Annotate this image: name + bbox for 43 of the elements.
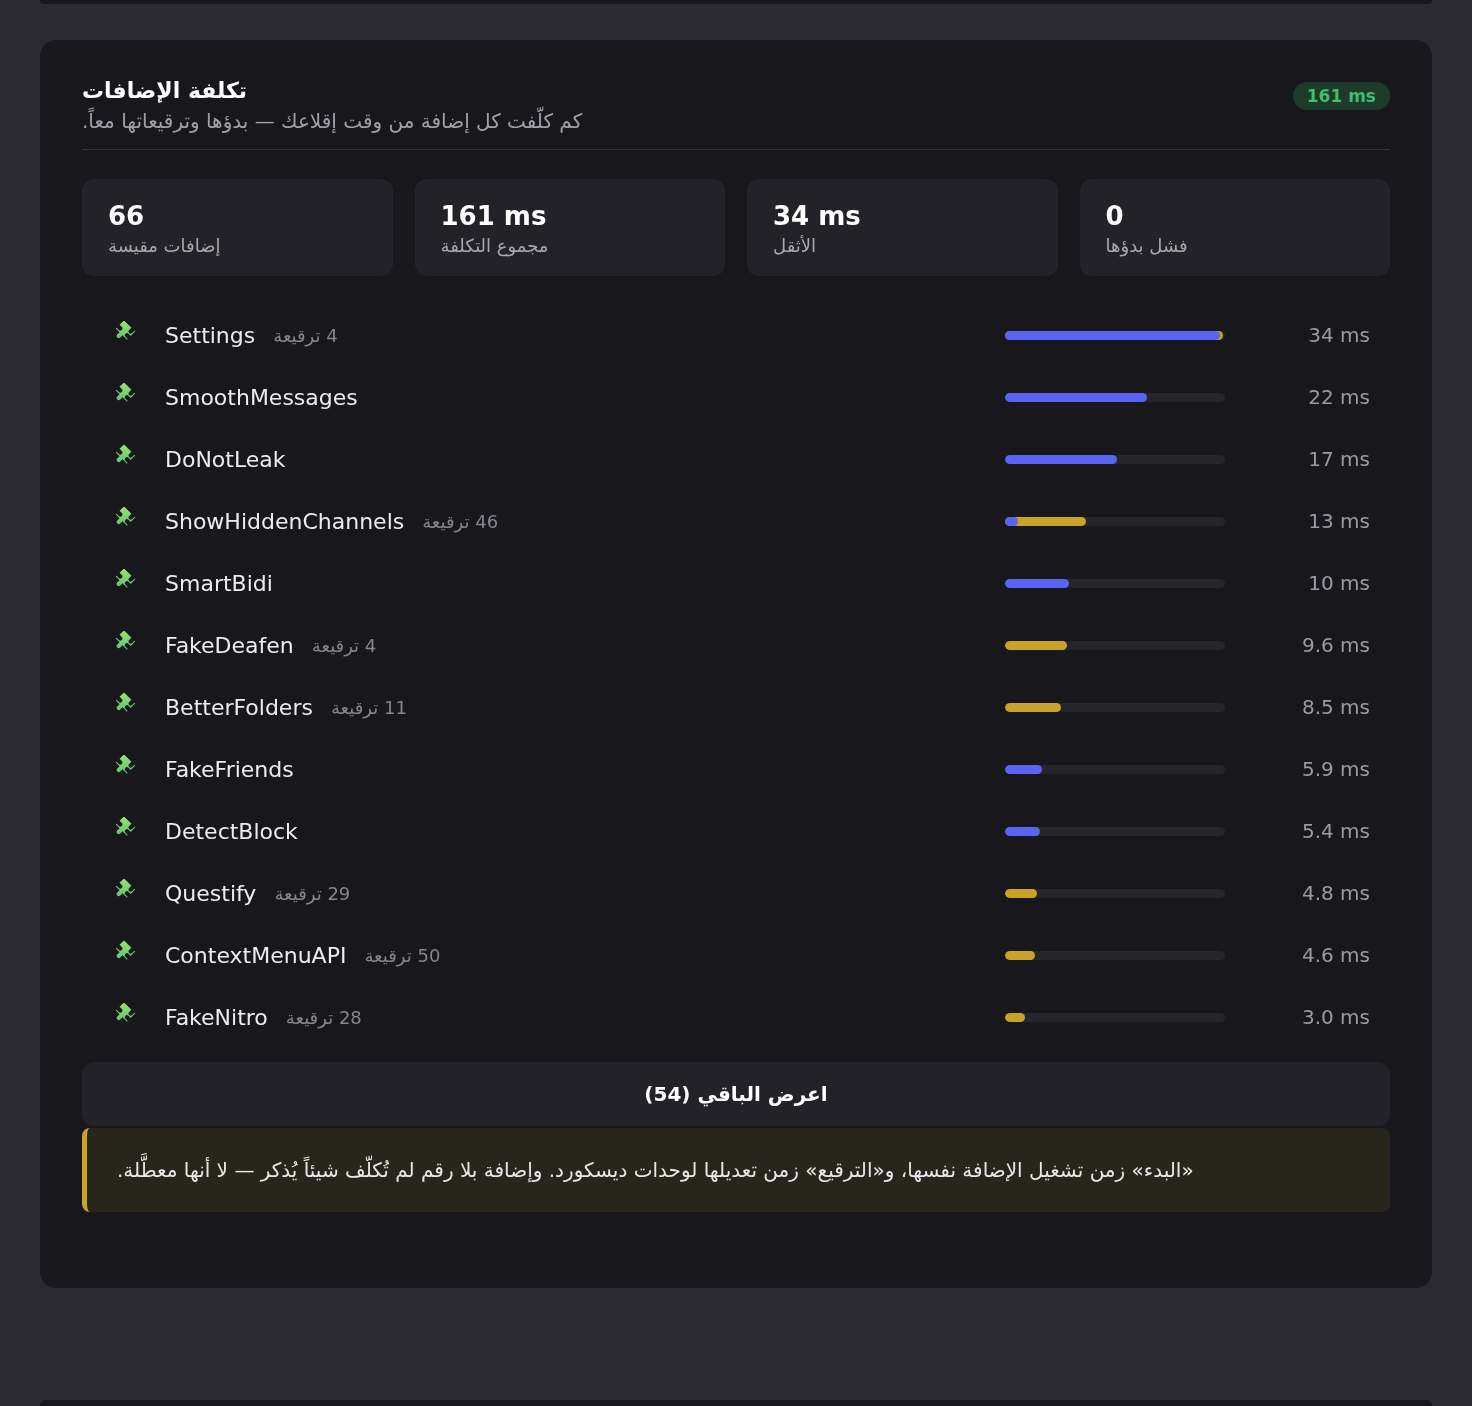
patch-count: 4 ترقيعة [311, 634, 377, 656]
patch-count: 28 ترقيعة [285, 1006, 362, 1028]
patch-count: 4 ترقيعة [273, 324, 338, 346]
patch-count: 29 ترقيعة [274, 882, 351, 904]
plugin-name: BetterFolders [165, 694, 313, 720]
plugin-name: ShowHiddenChannels [165, 508, 405, 534]
card-title: تكلفة الإضافات [82, 78, 248, 103]
stat-label: الأثقل [773, 235, 816, 256]
stat-label: مجموع التكلفة [440, 235, 549, 256]
info-note: «البدء» زمن تشغيل الإضافة نفسها، و«الترقيع» زمن تعديلها لوحدات ديسكورد. وإضافة بلا رقم لم تُكلّف شيئاً يُذكر — لا أنها معطَّلة. [82, 1128, 1390, 1212]
plugin-time: 4.8 ms [1300, 881, 1370, 905]
plugin-name: SmoothMessages [165, 384, 358, 410]
patch-count: 11 ترقيعة [330, 696, 407, 718]
plugin-name: Settings [165, 322, 256, 348]
plugin-name: FakeNitro [165, 1004, 268, 1030]
stat-value: 0 [1105, 201, 1124, 231]
plugin-name: ContextMenuAPI [165, 942, 347, 968]
plugin-time: 5.9 ms [1300, 757, 1370, 781]
plugin-time: 34 ms [1307, 323, 1370, 347]
total-time-badge: 161 ms [1292, 82, 1390, 110]
plugin-name: SmartBidi [165, 570, 273, 596]
patch-count: 50 ترقيعة [364, 944, 441, 966]
plugin-name: Questify [165, 880, 257, 906]
plugin-name: FakeDeafen [165, 632, 294, 658]
plugin-time: 8.5 ms [1300, 695, 1370, 719]
stat-value: 66 [108, 201, 145, 231]
plugin-time: 3.0 ms [1300, 1005, 1370, 1029]
plugin-name: FakeFriends [165, 756, 294, 782]
plugin-time: 13 ms [1307, 509, 1370, 533]
plugin-time: 5.4 ms [1300, 819, 1370, 843]
plugin-name: DetectBlock [165, 818, 298, 844]
plugin-time: 4.6 ms [1300, 943, 1370, 967]
stat-label: إضافات مقيسة [108, 235, 221, 256]
patch-count: 46 ترقيعة [422, 510, 499, 532]
plugin-time: 22 ms [1307, 385, 1370, 409]
stat-value: 161 ms [440, 201, 547, 231]
plugin-name: DoNotLeak [165, 446, 286, 472]
plugin-time: 10 ms [1307, 571, 1370, 595]
plugin-time: 9.6 ms [1300, 633, 1370, 657]
plugin-time: 17 ms [1307, 447, 1370, 471]
stat-label: فشل بدؤها [1105, 235, 1188, 256]
show-more-button[interactable]: اعرض الباقي (54) [82, 1062, 1390, 1126]
stat-value: 34 ms [773, 201, 861, 231]
